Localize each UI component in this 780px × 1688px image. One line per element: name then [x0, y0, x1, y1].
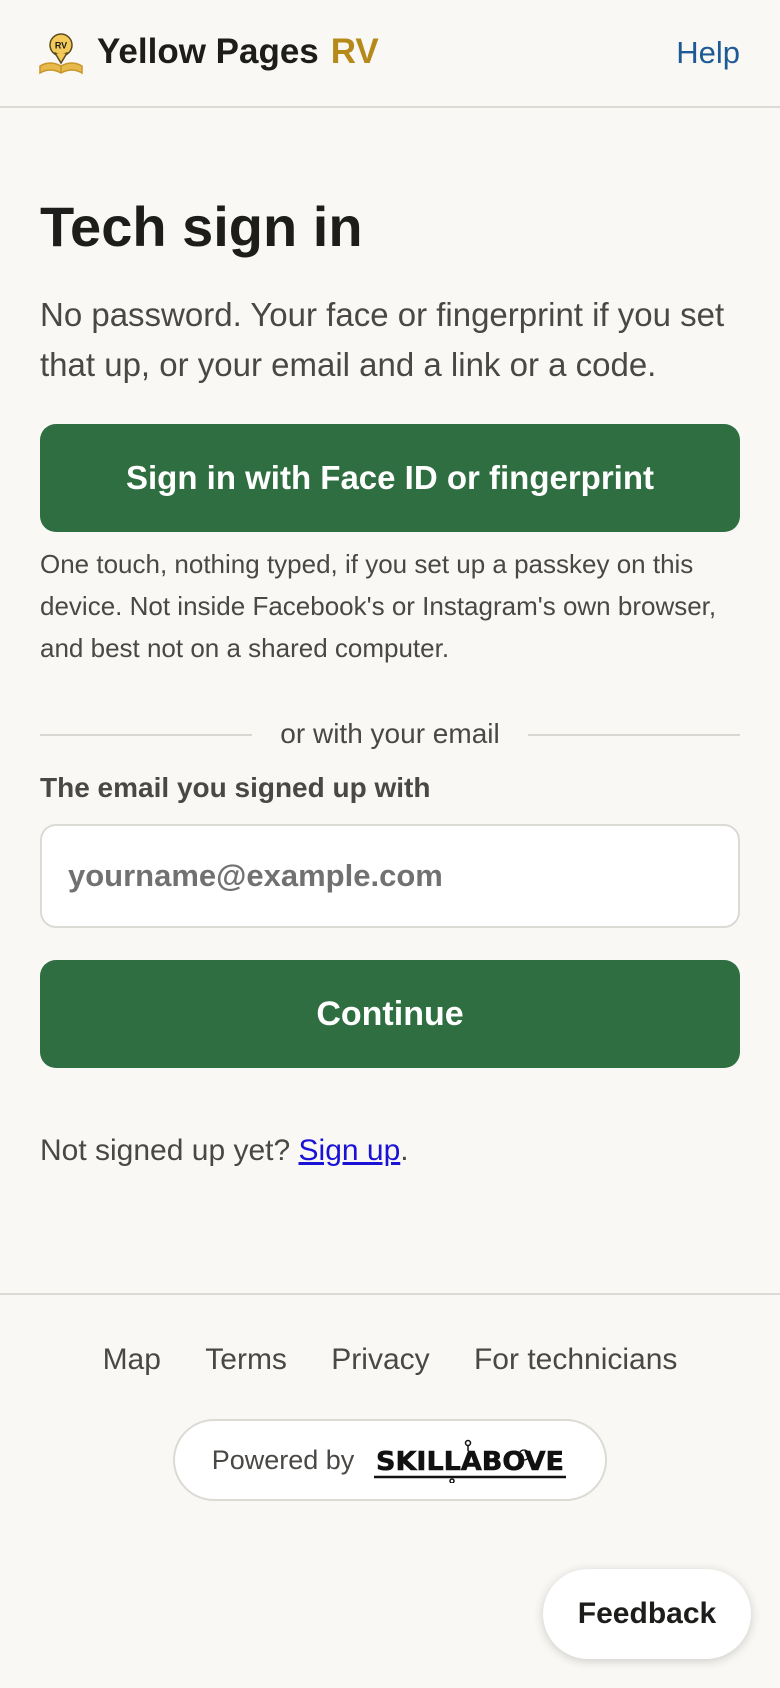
intro-text: No password. Your face or fingerprint if… [40, 296, 725, 383]
footer-link-privacy[interactable]: Privacy [331, 1343, 429, 1376]
footer-link-for-technicians[interactable]: For technicians [474, 1343, 677, 1376]
help-link[interactable]: Help [676, 33, 740, 73]
signup-prompt-line: Not signed up yet? Sign up. [40, 1130, 409, 1172]
footer-nav: Map Terms Privacy For technicians [0, 1340, 780, 1380]
brand-logo-text[interactable]: Yellow Pages RV [97, 30, 379, 74]
map-pin-book-icon: RV [39, 33, 83, 75]
page-title: Tech sign in [40, 195, 363, 258]
skill-above-logo-text: SKILLABOVE [376, 1447, 564, 1477]
footer-link-terms[interactable]: Terms [205, 1343, 287, 1376]
or-divider: or with your email [40, 714, 740, 754]
feedback-button[interactable]: Feedback [543, 1569, 751, 1659]
passkey-note: One touch, nothing typed, if you set up … [40, 549, 717, 663]
sign-up-link[interactable]: Sign up [299, 1134, 401, 1167]
footer-divider [0, 1293, 780, 1295]
divider-line-right [528, 734, 740, 736]
signup-suffix: . [400, 1134, 409, 1167]
logo-badge-text: RV [55, 41, 67, 51]
email-label: The email you signed up with [40, 772, 431, 803]
site-header: RV Yellow Pages RV Help [0, 0, 780, 108]
continue-button[interactable]: Continue [40, 960, 740, 1068]
powered-by-label: Powered by [211, 1444, 355, 1475]
skill-above-logo: SKILLABOVE [374, 1439, 567, 1483]
email-field[interactable] [40, 824, 740, 928]
brand-suffix: RV [330, 32, 379, 71]
brand-name: Yellow Pages [97, 32, 319, 71]
signup-prompt: Not signed up yet? [40, 1134, 291, 1167]
powered-by-badge[interactable]: Powered by SKILLABOVE [173, 1419, 607, 1501]
footer-link-map[interactable]: Map [103, 1343, 161, 1376]
passkey-sign-in-button[interactable]: Sign in with Face ID or fingerprint [40, 424, 740, 532]
